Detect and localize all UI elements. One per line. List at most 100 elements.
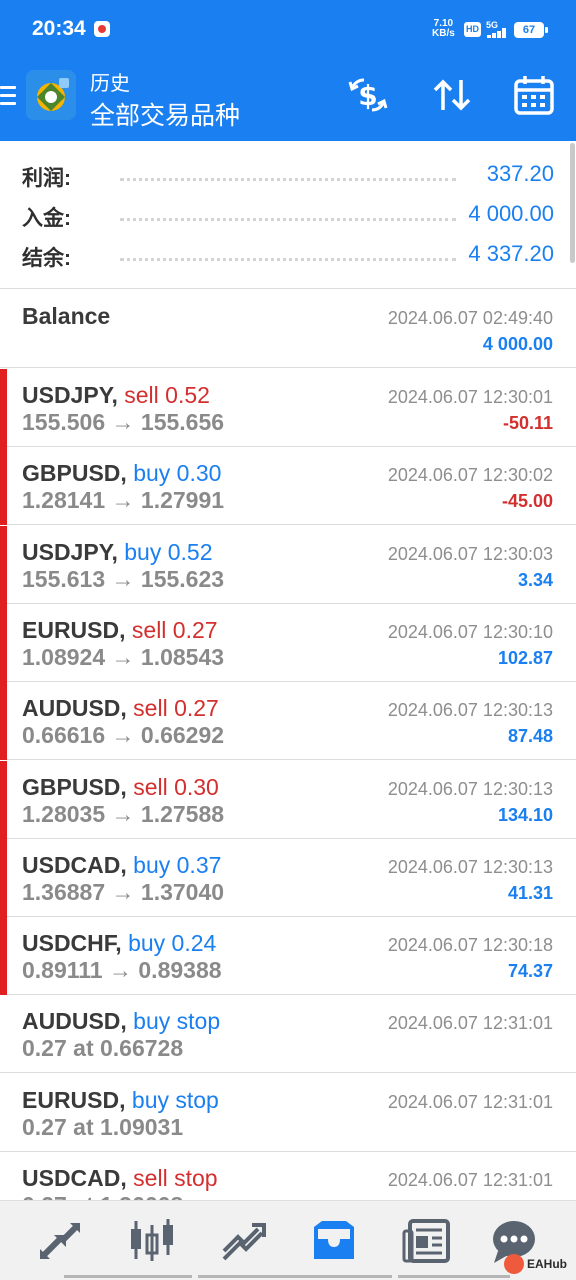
order-symbol: AUDUSD, buy stop — [22, 1008, 220, 1035]
summary-label: 结余: — [22, 247, 71, 270]
deal-symbol-name: USDCAD, — [22, 852, 127, 878]
deal-row[interactable]: AUDUSD, sell 0.27 0.66616 → 0.66292 2024.0… — [0, 682, 576, 760]
order-detail: 0.27 at 1.09031 — [22, 1114, 184, 1140]
summary-label: 利润: — [22, 167, 71, 190]
order-action: buy stop — [133, 1008, 221, 1034]
history-summary: 利润: 337.20 入金: 4 000.00 结余: 4 337.20 — [0, 141, 576, 289]
net-speed-unit: KB/s — [432, 28, 455, 39]
chart-candles-icon[interactable] — [126, 1215, 178, 1267]
summary-balance-row: 结余: 4 337.20 — [22, 241, 554, 272]
deal-symbol: USDJPY, sell 0.52 — [22, 382, 210, 409]
summary-value: 337.20 — [480, 161, 554, 187]
deal-row[interactable]: GBPUSD, sell 0.30 1.28035 → 1.27588 2024.0… — [0, 761, 576, 839]
balance-entry[interactable]: Balance 2024.06.07 02:49:40 4 000.00 — [0, 290, 576, 368]
deal-profit: 87.48 — [507, 726, 553, 746]
order-symbol: EURUSD, buy stop — [22, 1087, 219, 1114]
symbol-filter[interactable]: 全部交易品种 — [90, 96, 240, 132]
watermark-icon — [504, 1254, 524, 1274]
deal-symbol: GBPUSD, buy 0.30 — [22, 460, 221, 487]
deal-prices: 0.89111 → 0.89388 — [22, 957, 222, 983]
deal-time: 2024.06.07 12:30:18 — [387, 935, 553, 955]
trade-icon[interactable] — [218, 1215, 270, 1267]
deal-row[interactable]: USDJPY, sell 0.52 155.506 → 155.656 2024.0… — [0, 369, 576, 447]
history-inbox-icon[interactable] — [308, 1215, 360, 1267]
order-row[interactable]: AUDUSD, buy stop 0.27 at 0.66728 2024.06.0… — [0, 995, 576, 1073]
order-detail: 0.27 at 0.66728 — [22, 1035, 184, 1061]
order-symbol: USDCAD, sell stop — [22, 1165, 218, 1192]
deal-prices: 1.36887 → 1.37040 — [22, 879, 225, 905]
order-symbol-name: USDCAD, — [22, 1165, 127, 1191]
summary-profit-row: 利润: 337.20 — [22, 161, 554, 192]
deal-prices: 0.66616 → 0.66292 — [22, 722, 225, 748]
quotes-icon[interactable] — [34, 1215, 86, 1267]
order-time: 2024.06.07 12:31:01 — [387, 1170, 553, 1190]
order-symbol-name: AUDUSD, — [22, 1008, 127, 1034]
deal-action: buy 0.37 — [133, 852, 222, 878]
deal-symbol-name: USDJPY, — [22, 382, 118, 408]
news-icon[interactable] — [402, 1215, 454, 1267]
deal-symbol-name: GBPUSD, — [22, 774, 127, 800]
deal-symbol: GBPUSD, sell 0.30 — [22, 774, 219, 801]
deal-time: 2024.06.07 12:30:13 — [387, 700, 553, 720]
calendar-icon[interactable] — [512, 72, 556, 118]
deal-action: buy 0.52 — [124, 539, 213, 565]
deal-action: sell 0.27 — [131, 617, 218, 643]
deal-symbol-name: USDCHF, — [22, 930, 122, 956]
deal-row[interactable]: EURUSD, sell 0.27 1.08924 → 1.08543 2024.0… — [0, 604, 576, 682]
battery-icon: 67 — [514, 22, 548, 38]
entry-time: 2024.06.07 02:49:40 — [387, 308, 553, 328]
deal-symbol: USDJPY, buy 0.52 — [22, 539, 213, 566]
deal-symbol-name: AUDUSD, — [22, 695, 127, 721]
deal-action: buy 0.30 — [133, 460, 222, 486]
order-action: sell stop — [133, 1165, 218, 1191]
deal-row[interactable]: USDCHF, buy 0.24 0.89111 → 0.89388 2024.06… — [0, 917, 576, 995]
deal-symbol: AUDUSD, sell 0.27 — [22, 695, 219, 722]
deal-symbol-name: GBPUSD, — [22, 460, 127, 486]
deal-profit: 3.34 — [517, 570, 553, 590]
sort-icon[interactable] — [430, 72, 474, 118]
order-time: 2024.06.07 12:31:01 — [387, 1013, 553, 1033]
summary-value: 4 337.20 — [462, 241, 554, 267]
status-time: 20:34 — [32, 17, 86, 40]
deal-time: 2024.06.07 12:30:03 — [387, 544, 553, 564]
app-logo-icon[interactable] — [26, 70, 76, 120]
order-symbol-name: EURUSD, — [22, 1087, 126, 1113]
deal-row[interactable]: USDCAD, buy 0.37 1.36887 → 1.37040 2024.06… — [0, 839, 576, 917]
deal-time: 2024.06.07 12:30:01 — [387, 387, 553, 407]
svg-text:$: $ — [358, 79, 377, 112]
deal-symbol: USDCHF, buy 0.24 — [22, 930, 216, 957]
deal-symbol: USDCAD, buy 0.37 — [22, 852, 221, 879]
summary-deposit-row: 入金: 4 000.00 — [22, 201, 554, 232]
deal-row[interactable]: GBPUSD, buy 0.30 1.28141 → 1.27991 2024.06… — [0, 447, 576, 525]
deal-row[interactable]: USDJPY, buy 0.52 155.613 → 155.623 2024.06… — [0, 526, 576, 604]
signal-icon — [487, 28, 511, 38]
summary-value: 4 000.00 — [462, 201, 554, 227]
order-row[interactable]: EURUSD, buy stop 0.27 at 1.09031 2024.06.0… — [0, 1074, 576, 1152]
status-bar: 20:34 7.10 KB/s HD 5G 67 — [0, 0, 576, 60]
net-speed: 7.10 KB/s — [432, 19, 455, 39]
deal-prices: 1.08924 → 1.08543 — [22, 644, 225, 670]
currency-exchange-icon[interactable]: $ — [346, 72, 390, 118]
deal-action: sell 0.27 — [133, 695, 219, 721]
deal-time: 2024.06.07 12:30:10 — [387, 622, 553, 642]
deal-prices: 155.506 → 155.656 — [22, 409, 225, 435]
menu-icon[interactable] — [0, 82, 16, 110]
deal-profit: 102.87 — [497, 648, 553, 668]
deal-profit: -45.00 — [501, 491, 553, 511]
deal-prices: 1.28035 → 1.27588 — [22, 801, 225, 827]
deal-symbol-name: EURUSD, — [22, 617, 126, 643]
deal-symbol: EURUSD, sell 0.27 — [22, 617, 218, 644]
balance-label: Balance — [22, 303, 111, 329]
deal-profit: -50.11 — [502, 413, 553, 433]
watermark-logo: EAHub — [504, 1254, 567, 1276]
scrollbar[interactable] — [570, 143, 575, 263]
entry-amount: 4 000.00 — [482, 334, 553, 354]
deal-profit: 134.10 — [497, 805, 553, 825]
deal-time: 2024.06.07 12:30:02 — [387, 465, 553, 485]
deal-profit: 41.31 — [507, 883, 553, 903]
deal-time: 2024.06.07 12:30:13 — [387, 779, 553, 799]
bottom-navigation — [0, 1200, 576, 1280]
deal-action: sell 0.30 — [133, 774, 219, 800]
dotted-leader — [120, 258, 456, 261]
summary-label: 入金: — [22, 207, 71, 230]
